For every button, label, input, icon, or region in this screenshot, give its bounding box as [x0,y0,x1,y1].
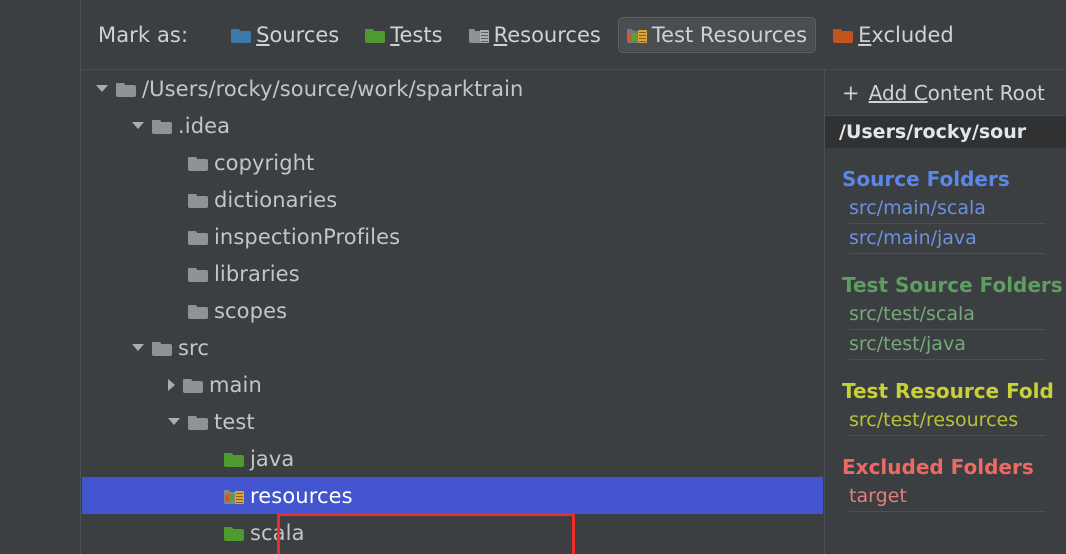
folder-group-item[interactable]: src/main/java [825,224,1066,254]
folder-path-label: src/main/java [849,224,1045,254]
idea-content-roots-panel: Mark as: Sources Tests Resources Test Resou… [0,0,1066,554]
folder-group-title: Test Resource Fold [842,379,1054,403]
folder-group: Source Folders src/main/scala src/main/jav… [825,164,1066,254]
folder-green-icon [224,525,244,541]
folder-path-label: src/test/resources [849,406,1045,436]
tree-row-label: .idea [178,113,231,138]
tree-row-label: src [178,335,209,360]
folder-green-icon [365,27,386,43]
content-root-tree[interactable]: /Users/rocky/source/work/sparktrain .idea… [82,70,823,554]
mark-as-button-label: Resources [493,22,601,47]
folder-resources-icon [468,27,489,43]
folder-group-item[interactable]: src/test/scala [825,300,1066,330]
chevron-down-icon[interactable] [168,418,180,425]
tree-row-libraries[interactable]: libraries [82,255,823,292]
mark-as-button-label: Test Resources [651,22,808,47]
tree-row-label: dictionaries [214,187,338,212]
tree-row-src[interactable]: src [82,329,823,366]
tree-row-test[interactable]: test [82,403,823,440]
folder-group: Test Resource Fold src/test/resources [825,376,1066,436]
folder-grey-icon [152,340,172,356]
tree-row-main[interactable]: main [82,366,823,403]
folder-group-item[interactable]: target [825,482,1066,512]
mark-as-label: Mark as: [98,22,189,47]
folder-group: Excluded Folders target [825,452,1066,512]
folder-grey-icon [188,229,208,245]
add-content-root-label: Add Content Root [869,81,1045,105]
folder-grey-icon [188,155,208,171]
folder-grey-icon [188,303,208,319]
tree-row-label: /Users/rocky/source/work/sparktrain [142,76,524,101]
tree-row-label: resources [250,483,353,508]
folder-group: Test Source Folders src/test/scala src/tes… [825,270,1066,360]
folder-group-item[interactable]: src/main/scala [825,194,1066,224]
add-content-root-mnemonic: Add C [868,80,928,105]
tree-row-inspectionprofiles[interactable]: inspectionProfiles [82,218,823,255]
mark-as-excluded-button[interactable]: Excluded [824,17,963,53]
tree-row-dictionaries[interactable]: dictionaries [82,181,823,218]
folder-test-resources-icon [224,488,244,504]
mark-as-tests-button[interactable]: Tests [356,17,451,53]
folder-group-item[interactable]: src/test/java [825,330,1066,360]
mark-as-resources-button[interactable]: Resources [460,17,610,53]
tree-row-label: main [209,372,262,397]
add-content-root-rest: ontent Root [927,80,1045,105]
folder-green-icon [224,451,244,467]
tree-row-scopes[interactable]: scopes [82,292,823,329]
tree-row-label: scala [250,520,305,545]
chevron-down-icon[interactable] [132,344,144,351]
folder-group-title: Excluded Folders [842,455,1034,479]
folder-path-label: src/test/scala [849,300,1045,330]
folder-grey-icon [188,414,208,430]
mark-as-test-resources-button[interactable]: Test Resources [617,16,817,53]
tree-row-label: libraries [214,261,300,286]
chevron-down-icon[interactable] [96,85,108,92]
add-content-root-button[interactable]: + Add Content Root [825,70,1066,116]
folder-grey-icon [188,266,208,282]
left-gutter [0,0,81,554]
mark-as-button-label: Sources [256,22,340,47]
plus-icon: + [842,80,860,105]
tree-row-java[interactable]: java [82,440,823,477]
tree-row-scala[interactable]: scala [82,514,823,551]
folder-grey-icon [183,377,203,393]
folder-blue-icon [231,27,252,43]
folder-grey-icon [152,118,172,134]
mark-as-button-label: Tests [390,22,443,47]
tree-row-label: copyright [214,150,315,175]
content-root-details-panel: + Add Content Root /Users/rocky/sour Sou… [824,70,1066,554]
tree-row-label: java [250,446,295,471]
tree-row-copyright[interactable]: copyright [82,144,823,181]
folder-grey-icon [116,81,136,97]
mark-as-toolbar: Mark as: Sources Tests Resources Test Resou… [82,0,1066,70]
folder-path-label: src/main/scala [849,194,1045,224]
tree-row-users-rocky-source-work-sparktrain[interactable]: /Users/rocky/source/work/sparktrain [82,70,823,107]
folder-grey-icon [188,192,208,208]
folder-path-label: target [849,482,1045,512]
folder-group-title: Source Folders [842,167,1010,191]
folder-group-item[interactable]: src/test/resources [825,406,1066,436]
tree-row-resources[interactable]: resources [82,477,823,514]
mark-as-sources-button[interactable]: Sources [222,17,348,53]
folder-orange-icon [833,27,854,43]
chevron-down-icon[interactable] [132,122,144,129]
tree-row-label: inspectionProfiles [214,224,401,249]
mark-as-button-label: Excluded [858,22,954,47]
chevron-right-icon[interactable] [168,378,175,391]
tree-row-label: test [214,409,255,434]
folder-test-resources-icon [626,27,647,43]
tree-row-idea[interactable]: .idea [82,107,823,144]
tree-row-label: scopes [214,298,288,323]
folder-group-title: Test Source Folders [842,273,1063,297]
folder-path-label: src/test/java [849,330,1045,360]
root-path-header: /Users/rocky/sour [825,116,1066,148]
